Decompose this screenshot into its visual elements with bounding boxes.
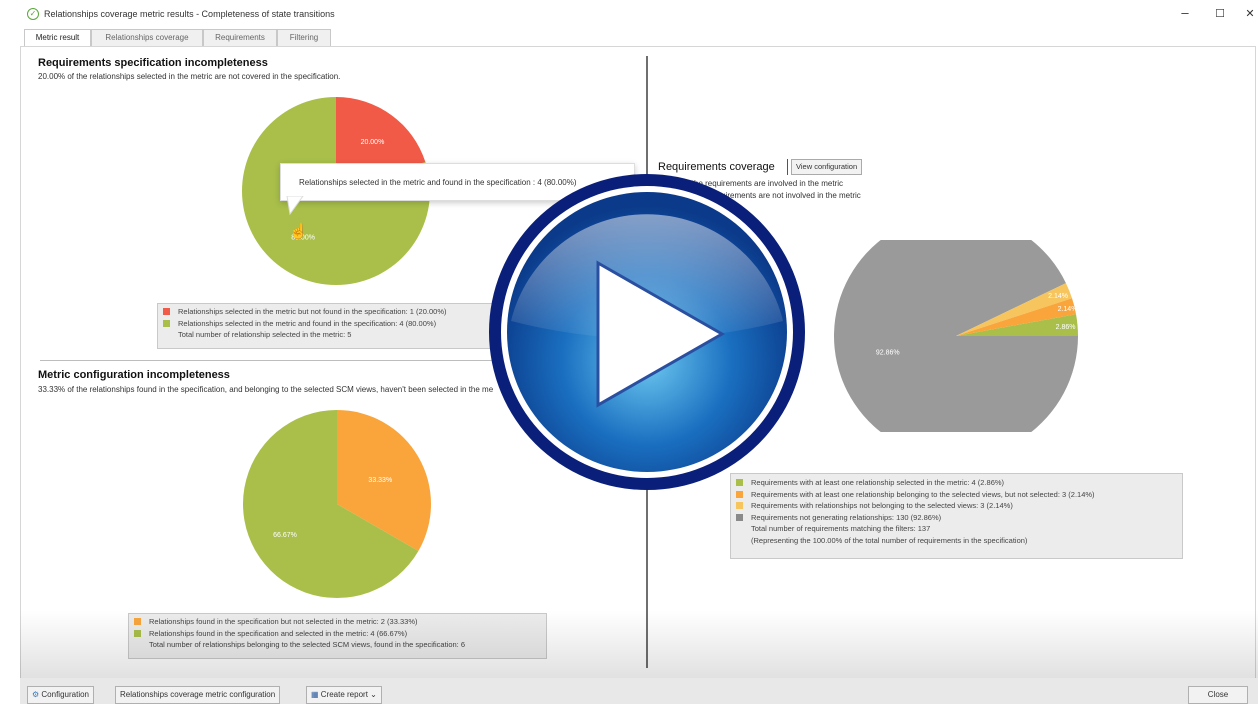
legend-swatch	[736, 513, 743, 521]
legend-total: Total number of relationships belonging …	[149, 640, 466, 649]
legend-item: Requirements not generating relationship…	[731, 512, 1182, 524]
tab-relationships-coverage[interactable]: Relationships coverage	[91, 29, 203, 46]
configuration-icon: ⚙	[32, 690, 42, 699]
close-button[interactable]: Close	[1188, 686, 1248, 704]
legend-swatch	[163, 308, 170, 315]
req-coverage-pie: 92.86% 2.14% 2.14% 2.86%	[834, 240, 1078, 432]
legend-item: Relationships found in the specification…	[129, 628, 546, 640]
legend-note: (Representing the 100.00% of the total n…	[751, 535, 1028, 545]
minimize-button[interactable]: –	[1175, 5, 1195, 20]
check-circle-icon: ✓	[27, 8, 39, 20]
spec-incompleteness-heading: Requirements specification incompletenes…	[38, 57, 268, 69]
tooltip-pointer	[286, 196, 304, 216]
window-title: Relationships coverage metric results - …	[44, 9, 335, 19]
pie-slice-label: 2.86%	[1056, 324, 1076, 331]
pie-slice-label: 66.67%	[273, 532, 297, 539]
pie-slice-label: 92.86%	[876, 350, 900, 357]
pie-slice-label: 2.14%	[1048, 293, 1068, 300]
legend-item: Relationships selected in the metric but…	[158, 306, 518, 318]
tab-metric-result[interactable]: Metric result	[24, 29, 91, 47]
config-incompleteness-legend: Relationships found in the specification…	[128, 613, 547, 659]
pie-slice-label: 2.14%	[1058, 306, 1078, 313]
configuration-button[interactable]: ⚙ Configuration	[27, 686, 94, 704]
legend-total: Total number of requirements matching th…	[751, 524, 931, 533]
close-window-button[interactable]: ✕	[1240, 7, 1258, 20]
config-incompleteness-pie: 33.33% 66.67%	[243, 410, 431, 598]
maximize-button[interactable]: ☐	[1210, 7, 1230, 20]
spec-incompleteness-legend: Relationships selected in the metric but…	[157, 303, 519, 349]
legend-swatch	[134, 629, 141, 637]
legend-item: Relationships selected in the metric and…	[158, 318, 518, 330]
config-incompleteness-heading: Metric configuration incompleteness	[38, 369, 230, 381]
hand-cursor-icon: ☝	[289, 223, 308, 240]
play-video-button[interactable]	[486, 171, 808, 493]
legend-swatch	[736, 502, 743, 509]
pie-slice-label: 20.00%	[361, 139, 385, 146]
spec-incompleteness-subtitle: 20.00% of the relationships selected in …	[38, 72, 341, 81]
config-incompleteness-subtitle: 33.33% of the relationships found in the…	[38, 385, 493, 394]
pie-slice-label: 33.33%	[368, 477, 392, 484]
report-icon: ▦	[311, 690, 321, 699]
tab-filtering[interactable]: Filtering	[277, 29, 331, 46]
title-bar: ✓ Relationships coverage metric results …	[0, 0, 1258, 28]
create-report-button[interactable]: ▦ Create report ⌄	[306, 686, 382, 704]
legend-item: Relationships found in the specification…	[129, 616, 546, 628]
tab-requirements[interactable]: Requirements	[203, 29, 277, 46]
legend-swatch	[163, 319, 170, 327]
legend-swatch	[134, 618, 141, 625]
relationships-config-button[interactable]: Relationships coverage metric configurat…	[115, 686, 281, 704]
legend-total: Total number of relationship selected in…	[178, 330, 352, 339]
legend-item: Requirements with relationships not belo…	[731, 500, 1182, 512]
